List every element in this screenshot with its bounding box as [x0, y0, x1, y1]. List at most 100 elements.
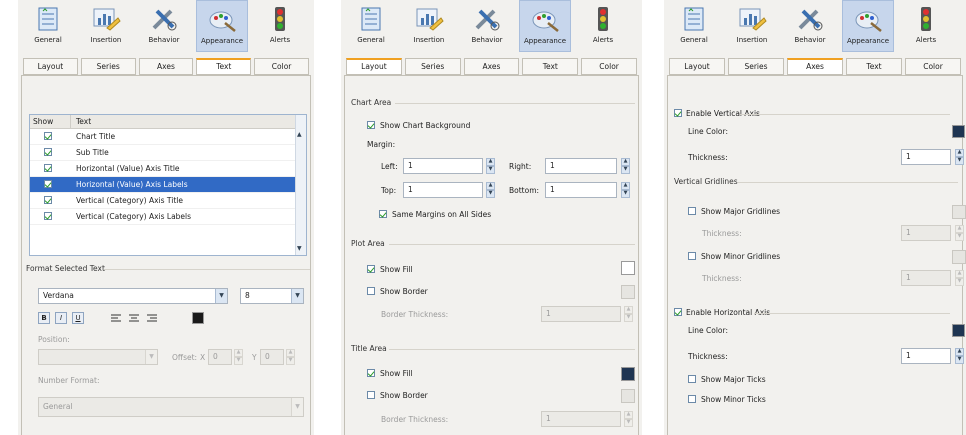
toolbar-general-button[interactable]: General [22, 0, 74, 52]
stepper-up-icon[interactable]: ▲ [955, 149, 964, 157]
enable-horizontal-axis-checkbox[interactable] [674, 308, 682, 316]
stepper-up-icon[interactable]: ▲ [286, 349, 295, 357]
major-thickness-stepper[interactable]: ▲ ▼ [955, 225, 964, 241]
horizontal-thickness-stepper[interactable]: ▲ ▼ [955, 348, 964, 364]
scroll-up-icon[interactable]: ▲ [297, 131, 302, 138]
toolbar-appearance-button[interactable]: Appearance [196, 0, 248, 52]
plot-border-color-swatch[interactable] [621, 285, 635, 299]
tab-color[interactable]: Color [581, 58, 637, 75]
horizontal-line-color-swatch[interactable] [952, 324, 965, 337]
margin-right-input[interactable]: 1 [545, 158, 617, 174]
italic-button[interactable]: I [55, 312, 67, 324]
tab-axes[interactable]: Axes [138, 58, 194, 75]
plot-border-thickness-input[interactable]: 1 [541, 306, 621, 322]
stepper-down-icon[interactable]: ▼ [621, 190, 630, 198]
number-format-select[interactable]: General ▼ [38, 397, 304, 417]
tab-series[interactable]: Series [728, 58, 784, 75]
show-checkbox[interactable] [44, 212, 52, 220]
toolbar-behavior-button[interactable]: Behavior [461, 0, 513, 52]
margin-right-stepper[interactable]: ▲ ▼ [621, 158, 630, 174]
offset-y-stepper[interactable]: ▲ ▼ [286, 349, 295, 365]
stepper-down-icon[interactable]: ▼ [955, 157, 964, 165]
offset-y-input[interactable]: 0 [260, 349, 284, 365]
tab-layout[interactable]: Layout [23, 58, 78, 75]
list-item[interactable]: Vertical (Category) Axis Title [30, 193, 306, 209]
minor-gridline-color-swatch[interactable] [952, 250, 966, 264]
list-scrollbar[interactable]: ▲ ▼ [295, 115, 306, 255]
toolbar-insertion-button[interactable]: Insertion [80, 0, 132, 52]
toolbar-insertion-button[interactable]: Insertion [403, 0, 455, 52]
tab-color[interactable]: Color [905, 58, 961, 75]
title-border-thickness-stepper[interactable]: ▲ ▼ [624, 411, 633, 427]
toolbar-appearance-button[interactable]: Appearance [842, 0, 894, 52]
align-center-icon[interactable] [128, 313, 140, 323]
toolbar-behavior-button[interactable]: Behavior [138, 0, 190, 52]
show-checkbox[interactable] [44, 180, 52, 188]
stepper-up-icon[interactable]: ▲ [955, 225, 964, 233]
tab-series[interactable]: Series [404, 58, 461, 75]
stepper-down-icon[interactable]: ▼ [621, 166, 630, 174]
toolbar-behavior-button[interactable]: Behavior [784, 0, 836, 52]
stepper-down-icon[interactable]: ▼ [234, 357, 243, 365]
toolbar-insertion-button[interactable]: Insertion [726, 0, 778, 52]
stepper-down-icon[interactable]: ▼ [624, 419, 633, 427]
margin-top-input[interactable]: 1 [403, 182, 483, 198]
bold-button[interactable]: B [38, 312, 50, 324]
scroll-down-icon[interactable]: ▼ [297, 245, 302, 252]
margin-bottom-input[interactable]: 1 [545, 182, 617, 198]
minor-thickness-stepper[interactable]: ▲ ▼ [955, 270, 964, 286]
show-minor-ticks-checkbox[interactable] [688, 395, 696, 403]
stepper-down-icon[interactable]: ▼ [486, 190, 495, 198]
toolbar-alerts-button[interactable]: Alerts [900, 0, 952, 52]
show-checkbox[interactable] [44, 164, 52, 172]
toolbar-alerts-button[interactable]: Alerts [577, 0, 629, 52]
toolbar-alerts-button[interactable]: Alerts [254, 0, 306, 52]
stepper-up-icon[interactable]: ▲ [955, 270, 964, 278]
minor-thickness-input[interactable]: 1 [901, 270, 951, 286]
plot-border-thickness-stepper[interactable]: ▲ ▼ [624, 306, 633, 322]
plot-show-border-checkbox[interactable] [367, 287, 375, 295]
align-right-icon[interactable] [146, 313, 158, 323]
offset-x-input[interactable]: 0 [208, 349, 232, 365]
vertical-line-color-swatch[interactable] [952, 125, 965, 138]
show-checkbox[interactable] [44, 196, 52, 204]
title-border-thickness-input[interactable]: 1 [541, 411, 621, 427]
margin-top-stepper[interactable]: ▲ ▼ [486, 182, 495, 198]
tab-layout[interactable]: Layout [346, 58, 402, 75]
tab-text[interactable]: Text [196, 58, 252, 75]
title-fill-color-swatch[interactable] [621, 367, 635, 381]
show-chart-background-checkbox[interactable] [367, 121, 375, 129]
show-checkbox[interactable] [44, 132, 52, 140]
major-thickness-input[interactable]: 1 [901, 225, 951, 241]
stepper-down-icon[interactable]: ▼ [955, 233, 964, 241]
major-gridline-color-swatch[interactable] [952, 205, 966, 219]
font-size-select[interactable]: 8 ▼ [240, 288, 304, 304]
tab-color[interactable]: Color [254, 58, 309, 75]
stepper-down-icon[interactable]: ▼ [624, 314, 633, 322]
toolbar-appearance-button[interactable]: Appearance [519, 0, 571, 52]
list-item[interactable]: Horizontal (Value) Axis Title [30, 161, 306, 177]
plot-fill-color-swatch[interactable] [621, 261, 635, 275]
show-major-ticks-checkbox[interactable] [688, 375, 696, 383]
title-show-fill-checkbox[interactable] [367, 369, 375, 377]
list-item[interactable]: Chart Title [30, 129, 306, 145]
offset-x-stepper[interactable]: ▲ ▼ [234, 349, 243, 365]
stepper-down-icon[interactable]: ▼ [955, 278, 964, 286]
stepper-up-icon[interactable]: ▲ [955, 348, 964, 356]
show-major-gridlines-checkbox[interactable] [688, 207, 696, 215]
position-select[interactable]: ▼ [38, 349, 158, 365]
tab-text[interactable]: Text [846, 58, 902, 75]
stepper-up-icon[interactable]: ▲ [621, 182, 630, 190]
tab-axes[interactable]: Axes [787, 58, 843, 75]
stepper-down-icon[interactable]: ▼ [486, 166, 495, 174]
tab-axes[interactable]: Axes [463, 58, 520, 75]
stepper-down-icon[interactable]: ▼ [955, 356, 964, 364]
plot-show-fill-checkbox[interactable] [367, 265, 375, 273]
enable-vertical-axis-checkbox[interactable] [674, 109, 682, 117]
margin-left-input[interactable]: 1 [403, 158, 483, 174]
tab-layout[interactable]: Layout [669, 58, 725, 75]
align-left-icon[interactable] [110, 313, 122, 323]
stepper-up-icon[interactable]: ▲ [486, 182, 495, 190]
toolbar-general-button[interactable]: General [668, 0, 720, 52]
margin-bottom-stepper[interactable]: ▲ ▼ [621, 182, 630, 198]
